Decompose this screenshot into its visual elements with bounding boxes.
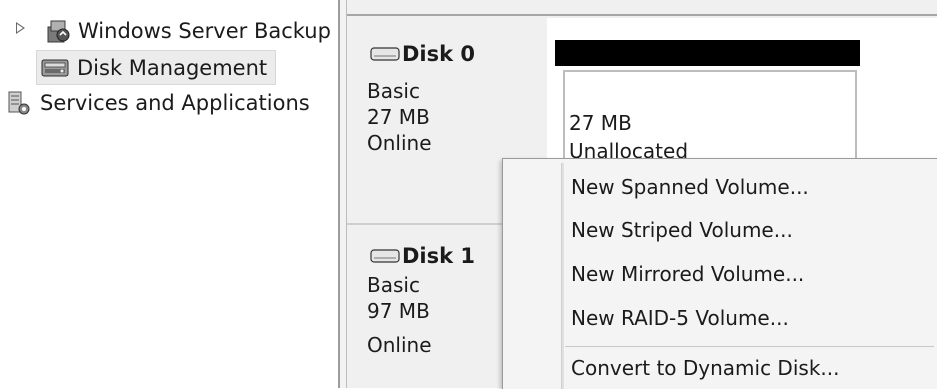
menu-item-new-raid5-volume[interactable]: New RAID-5 Volume... — [571, 304, 789, 332]
backup-icon — [46, 18, 70, 44]
disk-0-title: Disk 0 — [370, 42, 475, 66]
menu-item-convert-to-dynamic-disk[interactable]: Convert to Dynamic Disk... — [571, 354, 839, 382]
disk-size: 97 MB — [367, 299, 430, 323]
context-menu: New Spanned Volume... New Striped Volume… — [502, 158, 937, 389]
tree-item-label: Services and Applications — [40, 91, 310, 115]
tree-item-disk-management[interactable]: Disk Management — [36, 50, 277, 85]
menu-item-new-striped-volume[interactable]: New Striped Volume... — [571, 216, 793, 244]
disk-icon — [370, 249, 400, 263]
menu-icon-gutter — [561, 163, 564, 389]
disk-management-icon — [41, 57, 69, 79]
disk-status: Online — [367, 131, 432, 155]
menu-item-new-mirrored-volume[interactable]: New Mirrored Volume... — [571, 260, 804, 288]
tree-item-services-and-applications[interactable]: Services and Applications — [8, 88, 310, 118]
disk-size: 27 MB — [367, 105, 430, 129]
tree-item-windows-server-backup[interactable]: Windows Server Backup — [46, 16, 331, 46]
tree-item-label: Windows Server Backup — [78, 19, 331, 43]
disk-name: Disk 1 — [402, 244, 476, 268]
disk-type: Basic — [367, 79, 420, 103]
navigation-tree: Windows Server Backup Disk Management Se — [0, 0, 338, 388]
disk-1-title: Disk 1 — [370, 244, 475, 268]
disk-type: Basic — [367, 273, 420, 297]
menu-item-new-spanned-volume[interactable]: New Spanned Volume... — [571, 173, 809, 201]
volume-size: 27 MB — [569, 111, 632, 135]
disk-name: Disk 0 — [402, 42, 476, 66]
services-icon — [8, 90, 32, 116]
disk-status: Online — [367, 333, 432, 357]
view-header-rule — [347, 0, 937, 16]
disk-icon — [370, 47, 400, 61]
volume-header-bar — [555, 40, 860, 66]
menu-separator — [565, 346, 934, 347]
tree-item-label: Disk Management — [77, 55, 268, 80]
expand-arrow-icon[interactable] — [16, 22, 25, 34]
pane-splitter[interactable] — [338, 0, 347, 388]
